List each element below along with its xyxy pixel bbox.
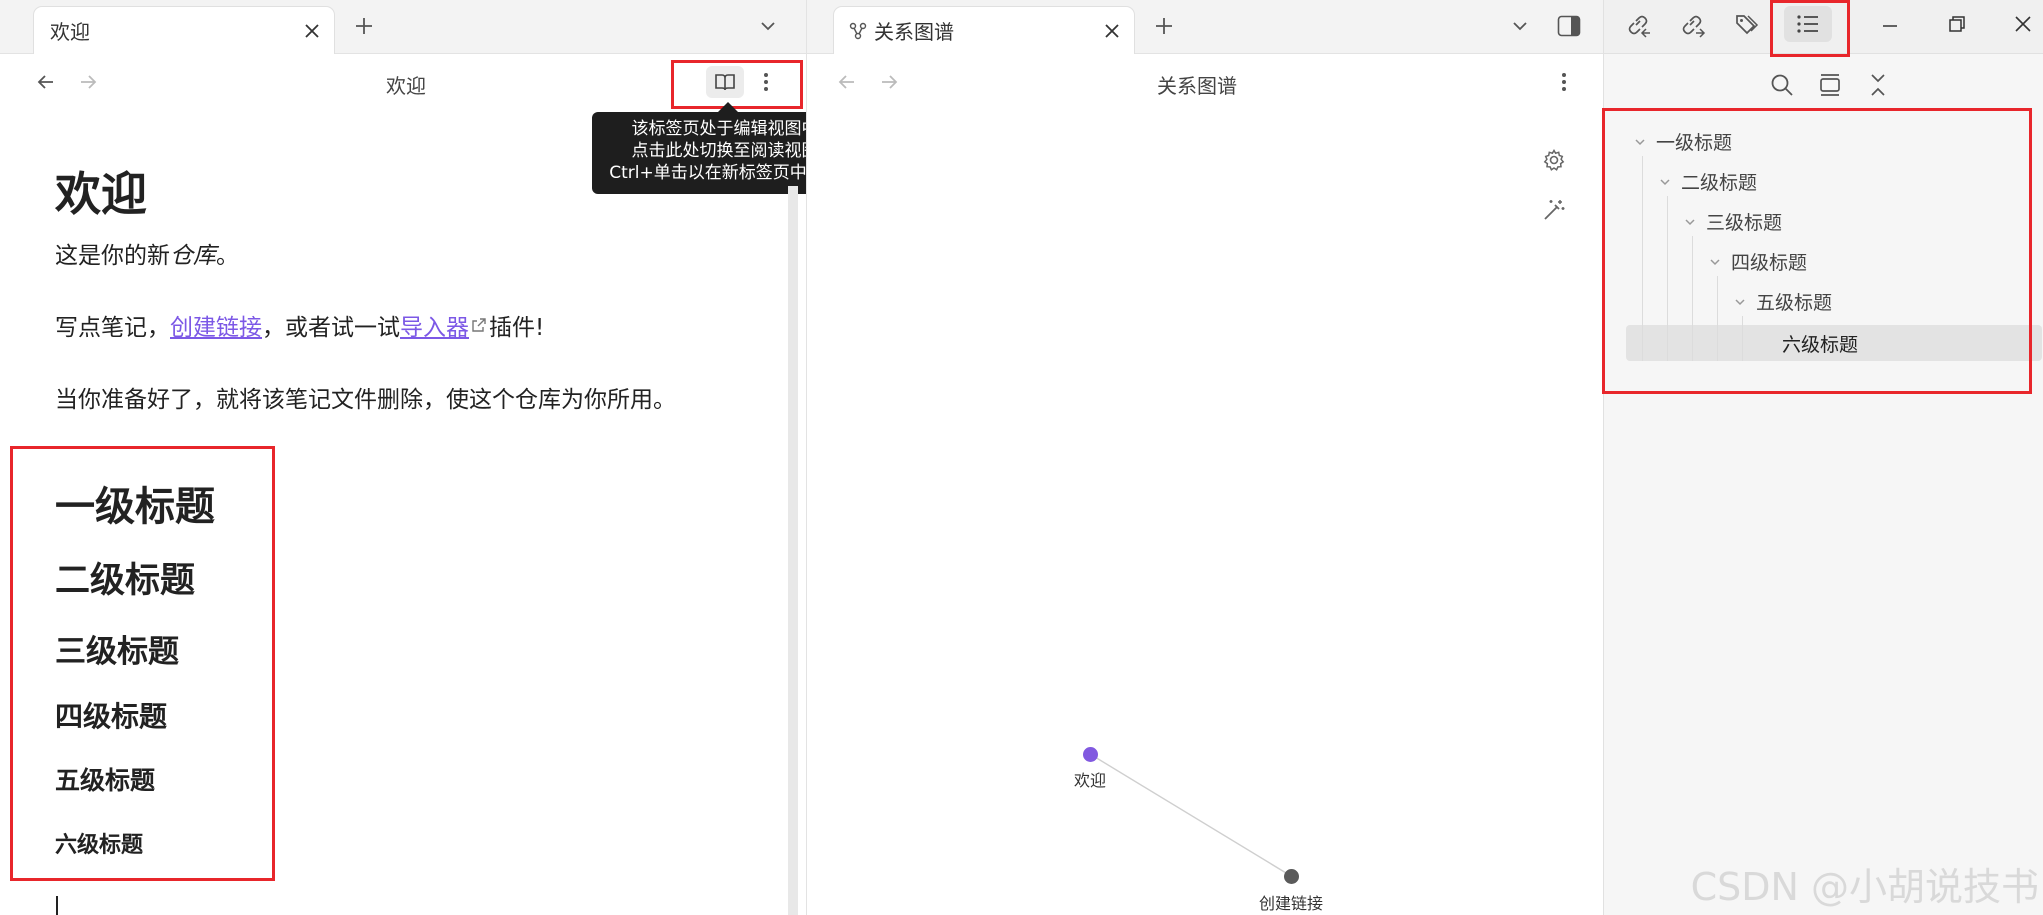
heading-6: 六级标题 [55, 833, 144, 858]
heading-5: 五级标题 [55, 766, 156, 795]
graph-node-label: 创建链接 [1258, 894, 1323, 913]
watermark: CSDN @小胡说技书 [1690, 865, 2039, 909]
heading-4: 四级标题 [55, 700, 168, 733]
graph-node-welcome[interactable] [1083, 747, 1098, 762]
search-icon[interactable] [1767, 70, 1797, 100]
collapse-all-icon[interactable] [1863, 70, 1893, 100]
outline-item-h2[interactable]: 二级标题 [1657, 168, 1757, 195]
minimize-window-icon[interactable] [1876, 12, 1904, 40]
chevron-down-icon[interactable] [1707, 254, 1723, 270]
new-tab-icon[interactable] [352, 14, 376, 38]
restore-window-icon[interactable] [1943, 10, 1971, 38]
text: ，或者试一试 [262, 315, 400, 341]
back-arrow-icon[interactable] [34, 70, 58, 94]
forward-arrow-icon[interactable] [76, 70, 100, 94]
external-link-icon [469, 315, 489, 335]
more-options-icon[interactable] [756, 70, 776, 94]
outline-item-label: 五级标题 [1756, 292, 1833, 314]
heading-3: 三级标题 [55, 634, 179, 670]
emphasis-text: 仓库 [170, 243, 216, 269]
tab-bar: 欢迎 [0, 0, 806, 54]
paragraph: 写点笔记， 创建链接 ，或者试一试 导入器 插件! [55, 308, 544, 342]
tags-icon[interactable] [1732, 10, 1762, 40]
outline-icon[interactable] [1784, 6, 1832, 42]
importer-link[interactable]: 导入器 [400, 308, 469, 342]
paragraph: 这是你的新仓库。 [55, 236, 239, 270]
note-title-heading: 欢迎 [55, 167, 147, 221]
chevron-down-icon[interactable] [1657, 174, 1673, 190]
sidebar-header [1604, 0, 2043, 54]
outline-guide-line [1667, 196, 1668, 361]
tab-label: 欢迎 [50, 20, 90, 44]
outline-item-label: 三级标题 [1706, 212, 1783, 234]
outline-item-label: 四级标题 [1731, 252, 1808, 274]
outline-item-label: 二级标题 [1681, 172, 1758, 194]
tab-welcome[interactable]: 欢迎 [33, 6, 335, 54]
text: 写点笔记， [55, 315, 170, 341]
outline-guide-line [1717, 276, 1718, 361]
outline-item-h1[interactable]: 一级标题 [1632, 128, 1732, 155]
outline-item-h4[interactable]: 四级标题 [1707, 248, 1807, 275]
text: 这是你的新 [55, 243, 170, 269]
backlinks-icon[interactable] [1624, 10, 1654, 40]
outline-guide-line [1692, 236, 1693, 361]
graph-canvas[interactable] [807, 0, 1604, 915]
close-window-icon[interactable] [2009, 10, 2037, 38]
outline-guide-line [1742, 316, 1743, 361]
graph-pane: 关系图谱 关系图谱 欢迎 创建链接 [806, 0, 1604, 915]
outline-item-label: 六级标题 [1782, 334, 1859, 356]
text: 插件! [489, 315, 545, 341]
chevron-down-icon[interactable] [1732, 294, 1748, 310]
outline-item-h5[interactable]: 五级标题 [1732, 288, 1832, 315]
heading-2: 二级标题 [55, 561, 196, 601]
view-title: 欢迎 [386, 74, 426, 98]
heading-1: 一级标题 [55, 484, 215, 530]
chevron-down-icon[interactable] [1682, 214, 1698, 230]
text: 。 [216, 243, 239, 269]
auto-expand-icon[interactable] [1815, 70, 1845, 100]
outline-item-h6[interactable]: 六级标题 [1782, 330, 1858, 357]
chevron-down-icon[interactable] [1632, 134, 1648, 150]
graph-node-label: 欢迎 [1073, 771, 1106, 790]
text-cursor [56, 896, 58, 915]
paragraph: 当你准备好了，就将该笔记文件删除，使这个仓库为你所用。 [55, 387, 676, 413]
reading-view-toggle-button[interactable] [706, 66, 744, 98]
chevron-down-icon[interactable] [756, 14, 780, 38]
outline-item-h3[interactable]: 三级标题 [1682, 208, 1782, 235]
create-link-link[interactable]: 创建链接 [170, 308, 262, 342]
graph-node-create-link[interactable] [1284, 869, 1299, 884]
outline-item-label: 一级标题 [1656, 132, 1733, 154]
editor-pane: 欢迎 欢迎 该标签页处于编辑视图中 点击此处切换至阅读视图 Ctrl+单击以在新… [0, 0, 858, 915]
right-sidebar: 一级标题 二级标题 三级标题 四级标题 五级标题 六级标题 CSDN @小胡说技… [1602, 0, 2043, 915]
pane-resize-handle[interactable] [788, 186, 798, 915]
close-icon[interactable] [302, 21, 322, 41]
outline-guide-line [1642, 156, 1643, 361]
outgoing-links-icon[interactable] [1678, 10, 1708, 40]
